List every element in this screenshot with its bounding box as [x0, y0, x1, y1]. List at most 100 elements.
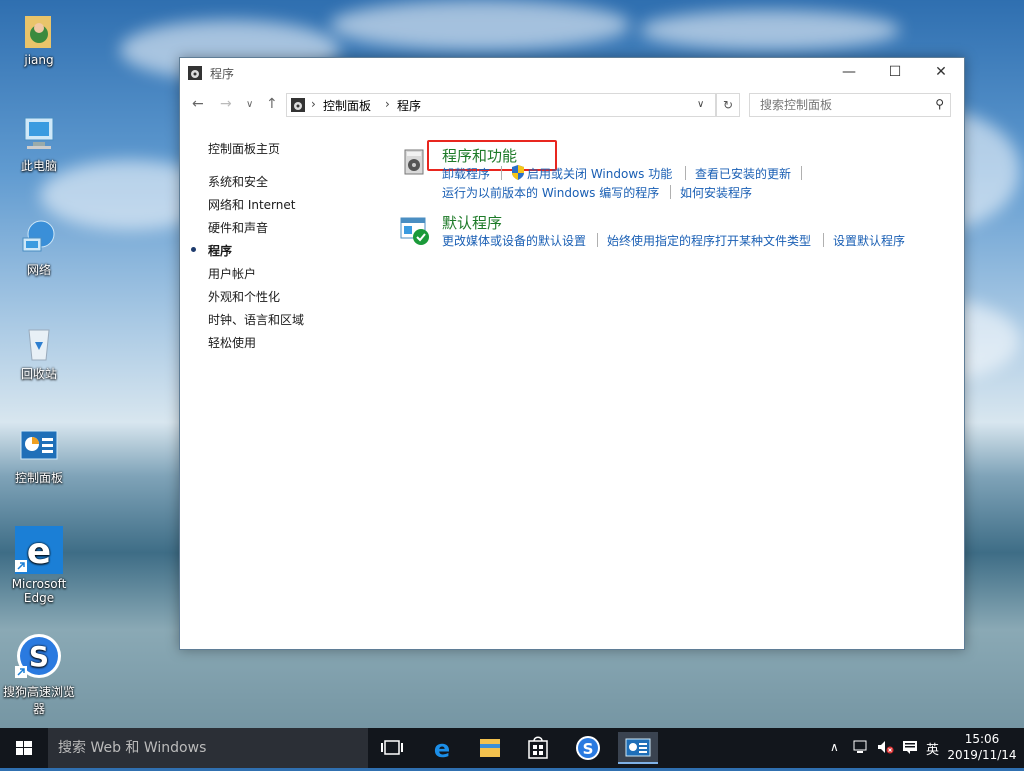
sogou-browser-icon: S — [576, 736, 600, 760]
desktop-icon-label: 回收站 — [20, 367, 57, 381]
search-box: ⚲ — [749, 93, 951, 117]
store-icon — [528, 736, 548, 759]
desktop-icon-label: 控制面板 — [14, 471, 63, 485]
desktop-icon-label: 此电脑 — [20, 159, 57, 173]
search-input[interactable] — [758, 94, 932, 116]
up-arrow-icon[interactable]: ↑ — [266, 96, 278, 112]
link-separator — [685, 166, 686, 180]
minimize-button[interactable]: — — [826, 58, 872, 88]
sidebar-item-user-accounts[interactable]: 用户帐户 — [208, 265, 256, 282]
link-separator — [597, 233, 598, 247]
desktop-icon-sogou-browser[interactable]: S 搜狗高速浏览器 — [2, 632, 76, 717]
sidebar-item-appearance[interactable]: 外观和个性化 — [208, 288, 280, 305]
computer-icon — [19, 114, 59, 154]
task-view-button[interactable] — [372, 732, 412, 764]
desktop-icon-recycle-bin[interactable]: 回收站 — [2, 322, 76, 382]
address-dropdown-chevron-icon[interactable]: ∨ — [697, 99, 704, 110]
link-separator — [670, 185, 671, 199]
back-arrow-icon[interactable]: ← — [192, 96, 204, 112]
breadcrumb-separator-icon: › — [385, 97, 390, 111]
link-set-default-programs[interactable]: 设置默认程序 — [833, 232, 905, 249]
control-panel-window: 程序 — ☐ ✕ ← → ∨ ↑ › 控制面板 › 程序 ∨ ↻ ⚲ 控制面板主… — [179, 57, 965, 650]
link-turn-windows-features[interactable]: 启用或关闭 Windows 功能 — [527, 165, 672, 182]
windows-logo-icon — [16, 741, 32, 755]
show-hidden-icons-chevron-icon[interactable]: ∧ — [830, 740, 839, 754]
breadcrumb-control-panel[interactable]: 控制面板 — [323, 97, 371, 114]
start-button[interactable] — [0, 728, 48, 768]
desktop-icon-label: jiang — [24, 53, 54, 67]
address-location-icon — [291, 98, 305, 115]
link-view-installed-updates[interactable]: 查看已安装的更新 — [695, 165, 791, 182]
sidebar-item-hardware-sound[interactable]: 硬件和声音 — [208, 219, 268, 236]
link-always-open-file-type[interactable]: 始终使用指定的程序打开某种文件类型 — [607, 232, 811, 249]
recent-locations-chevron-icon[interactable]: ∨ — [246, 99, 253, 110]
maximize-button[interactable]: ☐ — [872, 58, 918, 88]
network-tray-icon[interactable] — [853, 740, 869, 757]
ime-indicator[interactable]: 英 — [926, 739, 939, 758]
breadcrumb-programs[interactable]: 程序 — [397, 97, 421, 114]
taskbar: 搜索 Web 和 Windows e S ∧ 英 15:06 2019/11/1… — [0, 728, 1024, 768]
taskbar-clock[interactable]: 15:06 2019/11/14 — [946, 731, 1018, 763]
desktop-icon-label: Microsoft Edge — [11, 577, 67, 605]
category-title-programs-features[interactable]: 程序和功能 — [442, 145, 517, 166]
window-title: 程序 — [210, 67, 235, 81]
desktop-icon-this-pc[interactable]: 此电脑 — [2, 114, 76, 174]
link-how-to-install[interactable]: 如何安装程序 — [680, 184, 752, 201]
close-button[interactable]: ✕ — [918, 58, 964, 88]
desktop-icon-edge[interactable]: e Microsoft Edge — [2, 526, 76, 605]
taskbar-store[interactable] — [518, 732, 558, 764]
recycle-bin-icon — [19, 322, 59, 362]
forward-arrow-icon[interactable]: → — [220, 96, 232, 112]
sogou-browser-icon: S — [15, 632, 63, 680]
current-item-bullet-icon — [191, 247, 196, 252]
link-change-media-defaults[interactable]: 更改媒体或设备的默认设置 — [442, 232, 586, 249]
navigation-bar: ← → ∨ ↑ › 控制面板 › 程序 ∨ ↻ ⚲ — [180, 92, 964, 118]
category-title-default-programs[interactable]: 默认程序 — [442, 212, 502, 233]
programs-features-icon — [401, 148, 429, 176]
default-programs-icon — [400, 216, 429, 245]
address-bar[interactable]: › 控制面板 › 程序 ∨ — [286, 93, 716, 117]
sidebar-item-clock-language-region[interactable]: 时钟、语言和区域 — [208, 311, 304, 328]
clock-time: 15:06 — [964, 732, 1000, 746]
desktop-icon-user[interactable]: jiang — [2, 10, 76, 67]
taskbar-search-box[interactable]: 搜索 Web 和 Windows — [48, 728, 368, 768]
taskbar-sogou-browser[interactable]: S — [568, 732, 608, 764]
desktop-icon-control-panel[interactable]: 控制面板 — [2, 426, 76, 486]
action-center-icon[interactable] — [902, 740, 918, 757]
svg-text:e: e — [27, 531, 51, 572]
breadcrumb-separator-icon: › — [311, 97, 316, 111]
sidebar-item-system-security[interactable]: 系统和安全 — [208, 173, 268, 190]
search-icon[interactable]: ⚲ — [935, 97, 944, 111]
user-folder-icon — [19, 10, 59, 50]
volume-muted-icon[interactable] — [877, 740, 895, 757]
link-separator — [501, 166, 502, 180]
sidebar-item-programs[interactable]: 程序 — [208, 242, 232, 259]
edge-icon: e — [434, 735, 450, 763]
file-explorer-icon — [480, 739, 500, 757]
clock-date: 2019/11/14 — [947, 748, 1017, 762]
desktop-icon-label: 搜狗高速浏览器 — [2, 685, 75, 716]
taskbar-file-explorer[interactable] — [470, 732, 510, 764]
window-app-icon — [188, 66, 202, 83]
link-separator — [823, 233, 824, 247]
link-uninstall-program[interactable]: 卸载程序 — [442, 165, 490, 182]
control-panel-icon — [19, 426, 59, 466]
desktop-icon-network[interactable]: 网络 — [2, 218, 76, 278]
task-view-icon — [381, 740, 403, 755]
svg-text:e: e — [434, 735, 450, 763]
svg-text:S: S — [583, 740, 594, 758]
taskbar-control-panel[interactable] — [618, 732, 658, 764]
taskbar-edge[interactable]: e — [422, 732, 462, 764]
sidebar-item-network-internet[interactable]: 网络和 Internet — [208, 196, 295, 213]
svg-text:S: S — [29, 640, 49, 673]
sidebar-item-home[interactable]: 控制面板主页 — [208, 140, 280, 157]
edge-icon: e — [15, 526, 63, 574]
desktop-icon-label: 网络 — [26, 263, 51, 277]
title-bar[interactable]: 程序 — ☐ ✕ — [180, 58, 964, 88]
link-run-older-programs[interactable]: 运行为以前版本的 Windows 编写的程序 — [442, 184, 659, 201]
control-panel-icon — [625, 738, 651, 757]
refresh-button[interactable]: ↻ — [716, 93, 740, 117]
sidebar-item-ease-of-access[interactable]: 轻松使用 — [208, 334, 256, 351]
uac-shield-icon — [511, 165, 525, 183]
network-icon — [19, 218, 59, 258]
